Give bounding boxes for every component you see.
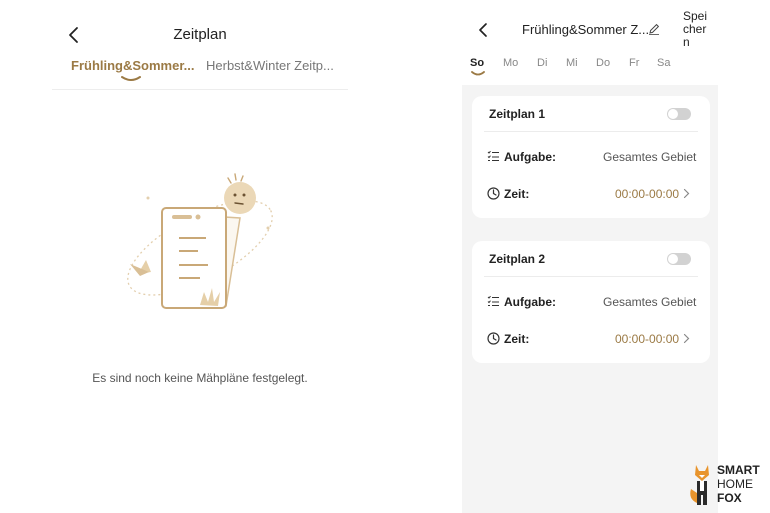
day-tab-di[interactable]: Di [537,57,547,69]
day-tab-so[interactable]: So [470,57,484,69]
clock-icon [487,332,500,345]
tab-spring-summer[interactable]: Frühling&Sommer... [71,58,195,73]
schedule-detail-screen: Frühling&Sommer Z... Speichern So Mo Di … [462,0,718,513]
smart-home-fox-logo: SMART HOME FOX [688,461,768,509]
task-label: Aufgabe: [504,150,556,164]
chevron-left-icon [479,23,487,37]
task-label: Aufgabe: [504,295,556,309]
schedule-title: Zeitplan 1 [489,107,546,121]
day-active-indicator [471,71,485,76]
empty-schedule-illustration [127,173,273,309]
day-tab-mo[interactable]: Mo [503,57,518,69]
day-tab-do[interactable]: Do [596,57,610,69]
logo-text-smart: SMART [717,463,760,477]
time-value[interactable]: 00:00-00:00 [615,187,679,201]
tab-autumn-winter[interactable]: Herbst&Winter Zeitp... [206,58,334,73]
tab-active-indicator [121,76,141,81]
toggle-knob [668,109,678,119]
schedule-name-title: Frühling&Sommer Z... [522,22,650,37]
clock-icon [487,187,500,200]
checklist-icon [487,295,499,306]
time-label: Zeit: [504,187,530,201]
detail-header: Frühling&Sommer Z... Speichern So Mo Di … [462,0,718,85]
task-value: Gesamtes Gebiet [603,150,697,164]
schedule-2-toggle[interactable] [667,253,691,265]
page-title: Zeitplan [173,26,227,43]
schedule-list-screen: Zeitplan Frühling&Sommer... Herbst&Winte… [52,0,348,513]
chevron-right-icon[interactable] [683,188,690,199]
chevron-right-icon[interactable] [683,333,690,344]
day-tab-mi[interactable]: Mi [566,57,578,69]
save-button[interactable]: Speichern [683,10,713,49]
pencil-icon[interactable] [648,23,660,35]
empty-state-message: Es sind noch keine Mähpläne festgelegt. [92,371,308,385]
time-label: Zeit: [504,332,530,346]
time-value[interactable]: 00:00-00:00 [615,332,679,346]
card-divider [484,276,698,277]
card-divider [484,131,698,132]
schedule-card-1: Zeitplan 1 Aufgabe: Gesamtes Gebiet Zeit… [472,96,710,218]
logo-text-home: HOME [717,477,753,491]
day-tab-sa[interactable]: Sa [657,57,670,69]
schedule-title: Zeitplan 2 [489,252,546,266]
day-tab-fr[interactable]: Fr [629,57,639,69]
task-value: Gesamtes Gebiet [603,295,697,309]
checklist-icon [487,150,499,161]
back-button[interactable] [476,22,490,38]
schedule-card-2: Zeitplan 2 Aufgabe: Gesamtes Gebiet Zeit… [472,241,710,363]
logo-text-fox: FOX [717,491,742,505]
toggle-knob [668,254,678,264]
fox-mascot-icon [690,465,709,505]
schedule-1-toggle[interactable] [667,108,691,120]
header-divider [52,89,348,90]
